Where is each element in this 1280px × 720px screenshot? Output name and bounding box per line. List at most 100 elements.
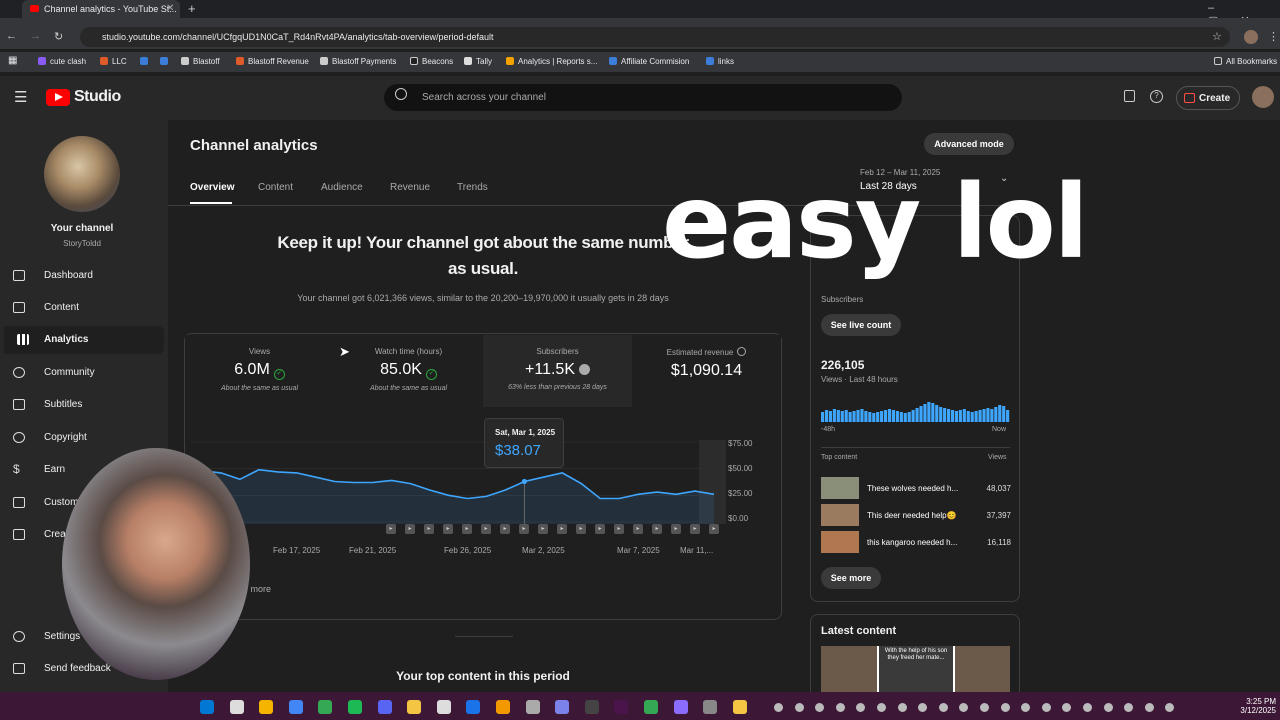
realtime-bar[interactable] [958,410,962,422]
tray-icon[interactable] [794,703,804,712]
video-marker-icon[interactable]: ▸ [424,524,434,534]
realtime-bar[interactable] [970,412,974,422]
realtime-bar[interactable] [927,402,931,422]
tray-icon[interactable] [1144,703,1154,712]
taskbar-chrome-icon[interactable] [288,700,303,714]
tab-trends[interactable]: Trends [457,182,488,193]
realtime-bar[interactable] [950,410,955,422]
realtime-bar[interactable] [947,409,951,422]
metric-watch-time[interactable]: Watch time (hours) 85.0K ✓ About the same… [334,335,483,407]
sidebar-item-copyright[interactable]: Copyright [0,424,160,452]
hamburger-menu-icon[interactable]: ☰ [14,88,27,106]
video-marker-icon[interactable]: ▸ [443,524,453,534]
taskbar-obs-icon[interactable] [525,700,540,714]
realtime-bar[interactable] [943,408,947,422]
video-marker-icon[interactable]: ▸ [500,524,510,534]
tab-content[interactable]: Content [258,182,293,193]
taskbar-chrome-icon[interactable] [614,700,629,714]
sidebar-item-community[interactable]: Community [0,359,160,387]
video-marker-icon[interactable]: ▸ [671,524,681,534]
tray-icon[interactable] [897,703,907,712]
video-marker-icon[interactable]: ▸ [386,524,396,534]
sidebar-item-analytics[interactable]: Analytics [4,326,164,354]
realtime-bar[interactable] [994,407,998,422]
bookmark-icon-2[interactable] [160,57,172,66]
bookmark-blastoff-payments[interactable]: Blastoff Payments [320,57,396,66]
bookmark-analytics-reports[interactable]: Analytics | Reports s... [506,57,597,66]
tray-icon[interactable] [774,703,783,712]
sidebar-item-subtitles[interactable]: Subtitles [0,391,160,419]
realtime-bar[interactable] [844,410,848,422]
account-avatar[interactable] [1252,86,1274,108]
realtime-bar[interactable] [982,409,986,422]
realtime-bar[interactable] [895,411,899,422]
taskbar-app-icon[interactable] [496,700,510,714]
top-content-row[interactable]: This deer needed help😊 37,397 [821,504,1011,526]
metric-revenue[interactable]: Estimated revenue $1,090.14 [632,335,781,407]
video-marker-icon[interactable]: ▸ [405,524,415,534]
realtime-bar[interactable] [919,406,923,422]
apps-grid-icon[interactable]: ▦ [8,55,17,66]
realtime-bar[interactable] [899,412,903,422]
realtime-bar[interactable] [840,411,844,422]
revenue-line-chart[interactable] [190,440,726,524]
top-content-row[interactable]: These wolves needed h... 48,037 [821,477,1011,499]
youtube-logo-icon[interactable] [46,89,70,106]
realtime-bar[interactable] [868,412,872,422]
channel-avatar[interactable] [44,136,120,212]
video-marker-icon[interactable]: ▸ [595,524,605,534]
tray-icon[interactable] [1041,703,1051,712]
sidebar-item-dashboard[interactable]: Dashboard [0,262,160,290]
taskbar-discord-icon[interactable] [377,700,392,714]
tab-overview[interactable]: Overview [190,182,234,193]
realtime-bar[interactable] [880,411,884,422]
realtime-bar[interactable] [954,411,959,422]
taskbar-search-icon[interactable] [229,700,244,714]
realtime-bar[interactable] [923,404,927,422]
video-marker-icon[interactable]: ▸ [519,524,529,534]
realtime-bar[interactable] [966,411,970,422]
video-marker-icon[interactable]: ▸ [652,524,662,534]
realtime-bar[interactable] [821,412,825,422]
bookmark-beacons[interactable]: Beacons [410,57,453,66]
advanced-mode-button[interactable]: Advanced mode [924,133,1014,155]
realtime-bar[interactable] [848,412,852,422]
taskbar-app-icon[interactable] [673,700,688,714]
see-more-top-content-button[interactable]: See more [821,567,881,589]
realtime-bar[interactable] [931,403,935,422]
metric-views[interactable]: Views 6.0M ✓ About the same as usual [185,335,334,407]
realtime-bar[interactable] [998,405,1002,422]
video-marker-icon[interactable]: ▸ [557,524,567,534]
tray-icon[interactable] [980,703,989,712]
realtime-bar[interactable] [986,408,990,422]
video-marker-icon[interactable]: ▸ [614,524,624,534]
bookmark-affiliate-commision[interactable]: Affiliate Commision [609,57,689,66]
taskbar-app-icon[interactable] [703,700,718,714]
browser-menu-icon[interactable]: ⋮ [1268,30,1279,43]
see-live-count-button[interactable]: See live count [821,314,901,336]
tab-audience[interactable]: Audience [321,182,363,193]
browser-tab[interactable]: Channel analytics - YouTube St... [22,0,180,18]
tray-icon[interactable] [877,703,886,712]
sidebar-item-content[interactable]: Content [0,294,160,322]
realtime-bar[interactable] [911,410,915,422]
taskbar-sticky-notes-icon[interactable] [732,700,747,714]
video-marker-icon[interactable]: ▸ [481,524,491,534]
taskbar-chrome-icon[interactable] [318,700,333,714]
realtime-bar[interactable] [860,409,864,422]
taskbar-notion-icon[interactable] [436,700,451,714]
realtime-bar[interactable] [872,413,876,422]
profile-avatar[interactable] [1244,30,1258,44]
realtime-bar[interactable] [876,412,880,422]
realtime-bar[interactable] [978,410,982,422]
taskbar-start-icon[interactable] [200,700,214,714]
taskbar-explorer-icon[interactable] [407,700,422,714]
taskbar-spotify-icon[interactable] [348,700,362,714]
taskbar-onenote-icon[interactable] [555,700,570,714]
data-point[interactable] [521,478,527,485]
realtime-bar[interactable] [1002,406,1006,422]
realtime-bar[interactable] [887,409,892,422]
video-marker-icon[interactable]: ▸ [462,524,472,534]
top-content-row[interactable]: this kangaroo needed h... 16,118 [821,531,1011,553]
bookmark-links[interactable]: links [706,57,734,66]
